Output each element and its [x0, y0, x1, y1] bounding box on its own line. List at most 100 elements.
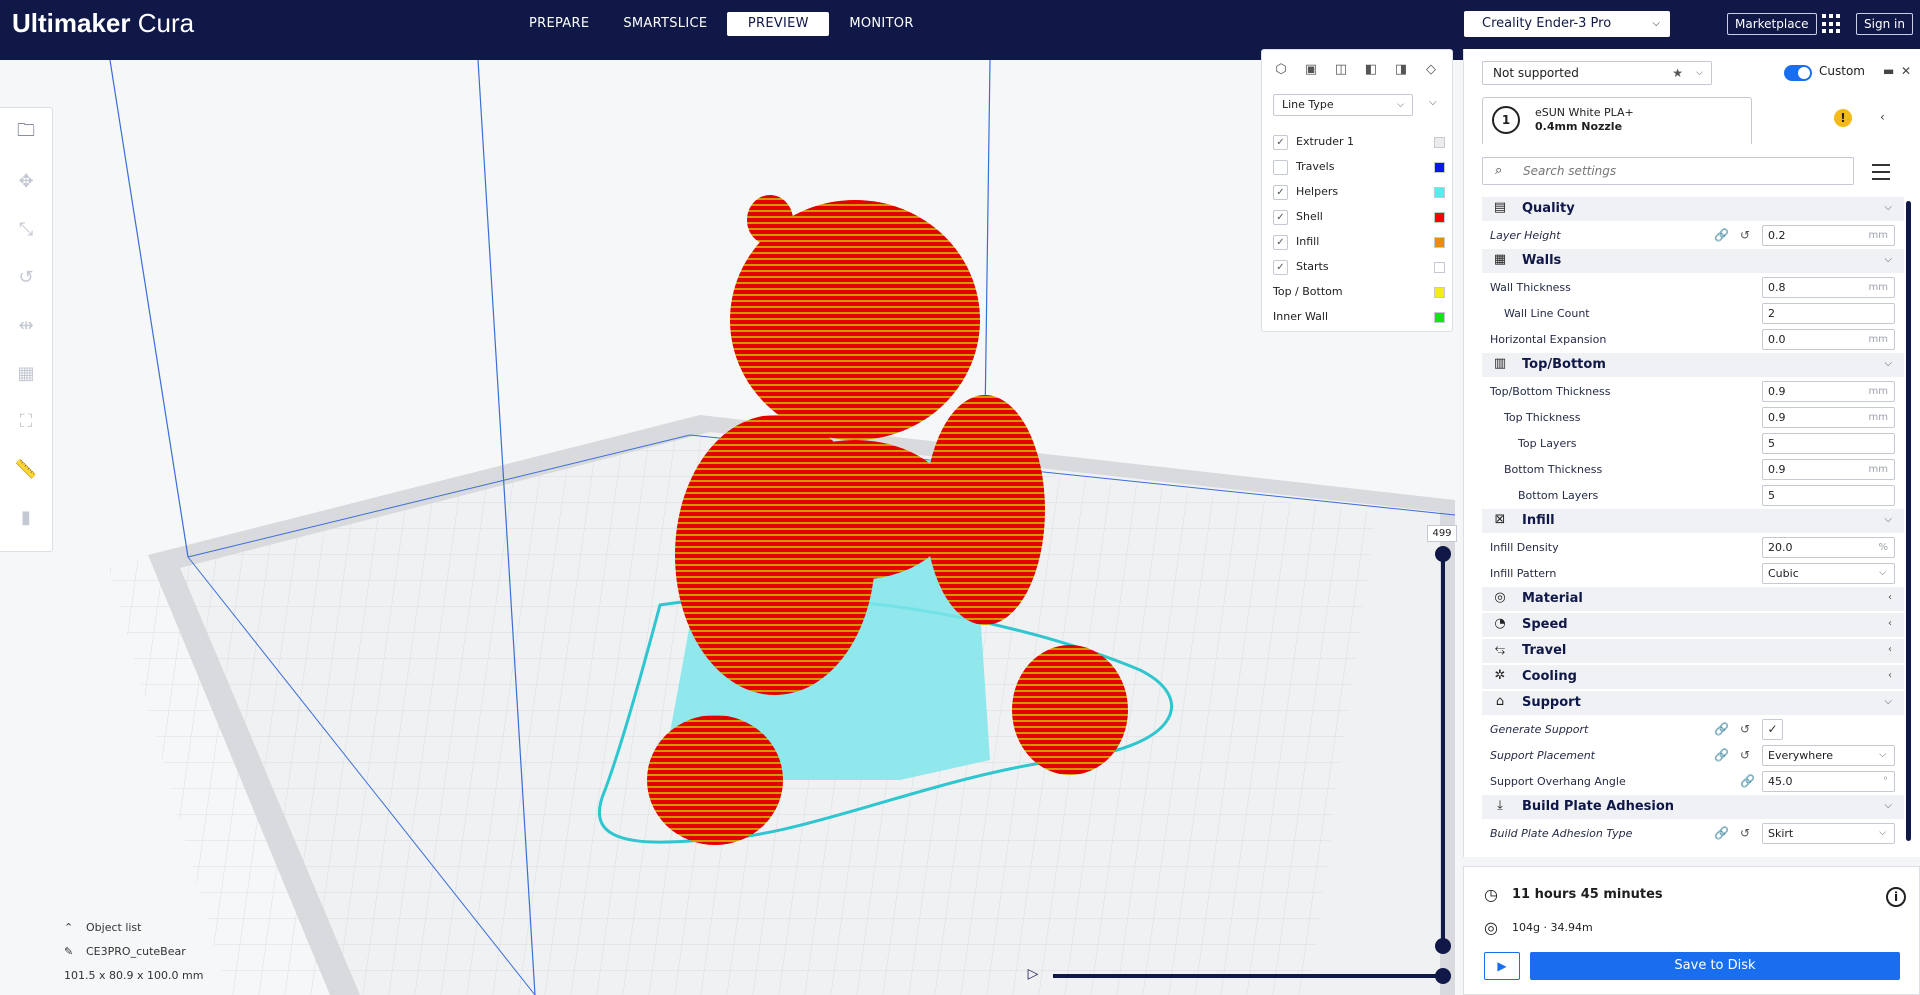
setting-input[interactable]: 0.9 mm: [1762, 407, 1895, 428]
layer-slider-bottom-handle[interactable]: [1435, 938, 1451, 954]
category-speed[interactable]: ◔ Speed ‹: [1482, 613, 1904, 637]
setting-input[interactable]: 0.9 mm: [1762, 381, 1895, 402]
category-support[interactable]: ⌂ Support ⌵: [1482, 691, 1904, 715]
setting-input[interactable]: 2: [1762, 303, 1895, 324]
layer-slider-top-handle[interactable]: [1435, 546, 1451, 562]
support-blocker-icon[interactable]: ⛶: [13, 408, 39, 434]
front-view-icon[interactable]: ▣: [1302, 62, 1320, 78]
setting-input[interactable]: 0.0 mm: [1762, 329, 1895, 350]
legend-checkbox[interactable]: ✓: [1273, 135, 1288, 150]
path-slider-handle[interactable]: [1435, 968, 1451, 984]
category-build-plate-adhesion[interactable]: ⤓ Build Plate Adhesion ⌵: [1482, 795, 1904, 819]
reset-icon[interactable]: ↺: [1740, 722, 1750, 736]
tab-preview[interactable]: PREVIEW: [727, 12, 830, 36]
scale-tool-icon[interactable]: ⤡: [13, 216, 39, 242]
settings-search-input[interactable]: [1523, 162, 1823, 180]
favorite-star-icon[interactable]: ★: [1672, 62, 1683, 84]
legend-item[interactable]: ✓ Helpers: [1273, 182, 1445, 202]
rotate-tool-icon[interactable]: ↺: [13, 264, 39, 290]
setting-input[interactable]: 20.0%: [1762, 537, 1895, 558]
edit-pencil-icon[interactable]: ✎: [64, 945, 86, 958]
play-simulation-icon[interactable]: ▷: [1023, 964, 1043, 984]
mirror-tool-icon[interactable]: ⇹: [13, 312, 39, 338]
setting-input[interactable]: 5: [1762, 485, 1895, 506]
reset-icon[interactable]: ↺: [1740, 228, 1750, 242]
apps-grid-icon[interactable]: [1822, 14, 1842, 34]
legend-item[interactable]: ✓ Infill: [1273, 232, 1445, 252]
setting-input[interactable]: 5: [1762, 433, 1895, 454]
3d-view-icon[interactable]: ⬡: [1272, 62, 1290, 78]
legend-checkbox[interactable]: ✓: [1273, 235, 1288, 250]
layer-number-box[interactable]: 499: [1427, 525, 1457, 542]
top-view-icon[interactable]: ◫: [1332, 62, 1350, 78]
per-model-settings-icon[interactable]: ▦: [13, 360, 39, 386]
right-view-icon[interactable]: ◨: [1392, 62, 1410, 78]
layer-slider-track[interactable]: [1441, 552, 1445, 946]
legend-item[interactable]: ✓ Extruder 1: [1273, 132, 1445, 152]
preview-play-button[interactable]: ▶: [1484, 952, 1520, 980]
setting-input[interactable]: 0.2 mm: [1762, 225, 1895, 246]
settings-menu-icon[interactable]: [1872, 159, 1890, 181]
path-slider-track[interactable]: [1053, 974, 1442, 978]
category-infill[interactable]: ⊠ Infill ⌵: [1482, 509, 1904, 533]
tab-monitor[interactable]: MONITOR: [835, 12, 927, 36]
settings-scrollbar[interactable]: [1906, 201, 1911, 841]
printer-selector[interactable]: Creality Ender-3 Pro ⌵: [1464, 11, 1670, 37]
object-list-toggle[interactable]: ⌃ Object list: [64, 915, 203, 939]
setting-input[interactable]: 0.8 mm: [1762, 277, 1895, 298]
close-icon[interactable]: ✕: [1901, 64, 1911, 78]
reset-icon[interactable]: ↺: [1740, 748, 1750, 762]
category-quality[interactable]: ▤ Quality ⌵: [1482, 197, 1904, 221]
legend-label: Helpers: [1296, 185, 1339, 198]
legend-checkbox[interactable]: ✓: [1273, 210, 1288, 225]
category-cooling[interactable]: ✲ Cooling ‹: [1482, 665, 1904, 689]
chevron-left-icon[interactable]: ‹: [1880, 110, 1885, 124]
color-scheme-select[interactable]: Line Type ⌵: [1273, 94, 1413, 116]
x-ray-view-icon[interactable]: ◇: [1422, 62, 1440, 78]
collapse-panel-icon[interactable]: ▬: [1883, 64, 1894, 78]
setting-select[interactable]: Cubic ⌵: [1762, 563, 1895, 584]
collapse-panel-icon[interactable]: ⌵: [1429, 97, 1437, 108]
setting-checkbox[interactable]: ✓: [1762, 719, 1783, 740]
cylinder-tool-icon[interactable]: ▮: [13, 504, 39, 530]
3d-viewport[interactable]: 🗀 ✥ ⤡ ↺ ⇹ ▦ ⛶ 📏 ▮ ⌃ Object list ✎ CE3PRO…: [0, 60, 1460, 995]
link-icon[interactable]: 🔗: [1714, 228, 1729, 242]
link-icon[interactable]: 🔗: [1714, 722, 1729, 736]
measure-tool-icon[interactable]: 📏: [13, 456, 39, 482]
left-view-icon[interactable]: ◧: [1362, 62, 1380, 78]
setting-input[interactable]: 45.0 °: [1762, 771, 1895, 792]
setting-select[interactable]: Skirt ⌵: [1762, 823, 1895, 844]
category-top-bottom[interactable]: ▥ Top/Bottom ⌵: [1482, 353, 1904, 377]
legend-checkbox[interactable]: ✓: [1273, 260, 1288, 275]
legend-item: Inner Wall: [1273, 307, 1445, 327]
save-to-disk-button[interactable]: Save to Disk: [1530, 952, 1900, 980]
open-file-icon[interactable]: 🗀: [13, 120, 39, 146]
info-icon[interactable]: i: [1886, 887, 1906, 907]
link-icon[interactable]: 🔗: [1740, 774, 1755, 788]
tab-smartslice[interactable]: SMARTSLICE: [609, 12, 721, 36]
tab-prepare[interactable]: PREPARE: [515, 12, 603, 36]
link-icon[interactable]: 🔗: [1714, 826, 1729, 840]
category-walls[interactable]: ▦ Walls ⌵: [1482, 249, 1904, 273]
legend-checkbox[interactable]: ✓: [1273, 185, 1288, 200]
category-material[interactable]: ◎ Material ‹: [1482, 587, 1904, 611]
reset-icon[interactable]: ↺: [1740, 826, 1750, 840]
cooling-icon: ✲: [1494, 668, 1506, 683]
setting-input[interactable]: 0.9 mm: [1762, 459, 1895, 480]
custom-mode-toggle[interactable]: [1784, 65, 1812, 81]
category-travel[interactable]: ⥃ Travel ‹: [1482, 639, 1904, 663]
legend-checkbox[interactable]: [1273, 160, 1288, 175]
move-tool-icon[interactable]: ✥: [13, 168, 39, 194]
legend-item[interactable]: Travels: [1273, 157, 1445, 177]
setting-row: Build Plate Adhesion Type 🔗 ↺ Skirt ⌵: [1482, 821, 1904, 847]
sign-in-button[interactable]: Sign in: [1856, 13, 1913, 35]
legend-item[interactable]: ✓ Shell: [1273, 207, 1445, 227]
marketplace-button[interactable]: Marketplace: [1727, 13, 1817, 35]
custom-mode-label: Custom: [1819, 64, 1865, 78]
setting-select[interactable]: Everywhere ⌵: [1762, 745, 1895, 766]
profile-select[interactable]: Not supported ★ ⌵: [1482, 61, 1712, 85]
legend-item[interactable]: ✓ Starts: [1273, 257, 1445, 277]
material-estimate: 104g · 34.94m: [1512, 921, 1593, 934]
extruder-tab[interactable]: 1 eSUN White PLA+ 0.4mm Nozzle: [1482, 97, 1752, 144]
link-icon[interactable]: 🔗: [1714, 748, 1729, 762]
